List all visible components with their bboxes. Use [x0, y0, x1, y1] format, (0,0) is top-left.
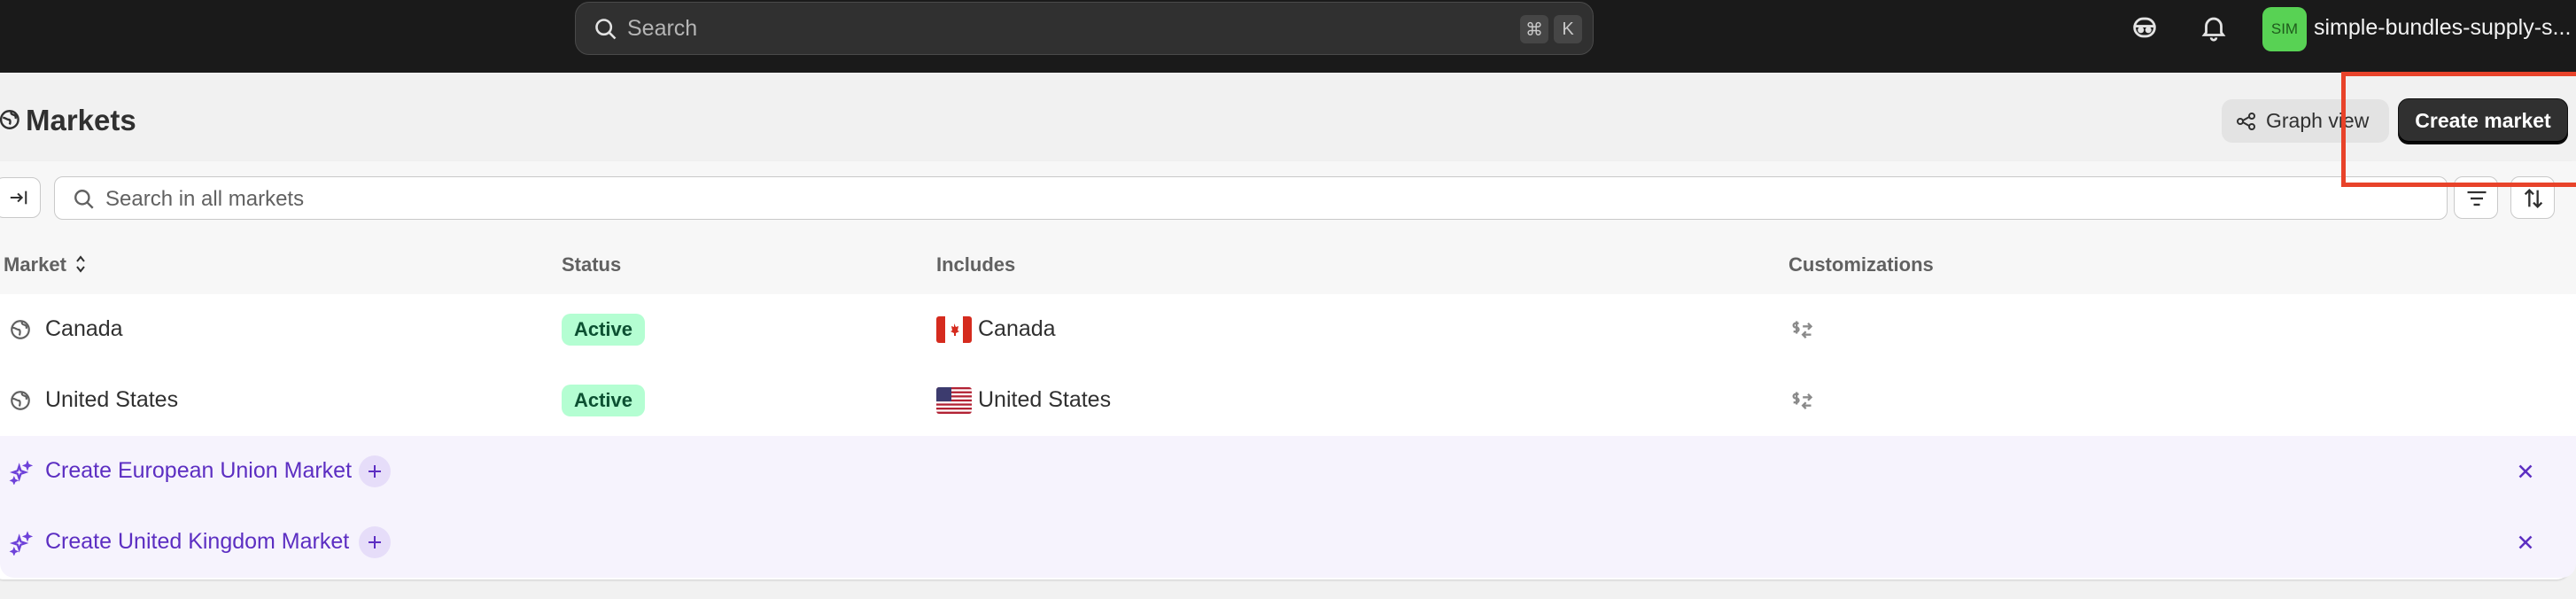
graph-icon [2237, 113, 2255, 130]
close-icon[interactable] [2514, 460, 2537, 483]
collapse-sidebar-button[interactable] [0, 177, 41, 218]
create-eu-market-link[interactable]: Create European Union Market [45, 458, 352, 484]
globe-icon [11, 391, 30, 410]
sidekick-icon[interactable] [2130, 12, 2160, 43]
market-name[interactable]: United States [45, 387, 178, 413]
store-name[interactable]: simple-bundles-supply-s... [2314, 15, 2571, 41]
sparkle-icon [9, 460, 34, 485]
column-header-includes: Includes [936, 253, 1016, 276]
market-search-input[interactable]: Search in all markets [54, 176, 2448, 220]
highlight-box [2341, 72, 2576, 187]
page-title: Markets [26, 104, 136, 136]
us-flag-icon [936, 387, 972, 414]
table-row[interactable] [0, 294, 2576, 366]
shortcut-key-k: K [1554, 15, 1582, 43]
currency-exchange-icon [1792, 392, 1813, 409]
plus-icon [369, 465, 381, 478]
includes-region: United States [978, 387, 1112, 412]
column-header-customizations: Customizations [1788, 253, 1934, 276]
globe-icon [11, 320, 30, 339]
column-header-market[interactable]: Market [4, 253, 66, 276]
filter-lines-icon [2467, 191, 2487, 206]
add-uk-market-button[interactable] [359, 526, 391, 558]
global-search-input[interactable]: Search ⌘ K [575, 2, 1594, 55]
arrow-to-right-icon [10, 191, 27, 205]
globe-icon [0, 110, 19, 129]
add-eu-market-button[interactable] [359, 455, 391, 487]
search-icon [74, 190, 94, 209]
create-uk-market-link[interactable]: Create United Kingdom Market [45, 529, 349, 555]
column-header-status: Status [562, 253, 622, 276]
bell-icon[interactable] [2199, 12, 2229, 43]
market-search-placeholder: Search in all markets [105, 187, 305, 211]
plus-icon [369, 536, 381, 548]
search-icon [595, 19, 617, 40]
status-badge: Active [562, 314, 645, 346]
sort-arrows-icon [2524, 189, 2543, 208]
table-header [0, 236, 2576, 295]
status-badge: Active [562, 385, 645, 416]
currency-exchange-icon [1792, 321, 1813, 338]
market-name[interactable]: Canada [45, 316, 123, 342]
canada-flag-icon [936, 316, 972, 343]
sort-chevron-icon[interactable] [74, 253, 87, 275]
table-row[interactable] [0, 365, 2576, 437]
includes-region: Canada [978, 316, 1056, 341]
shortcut-key-cmd: ⌘ [1520, 15, 1548, 43]
sparkle-icon [9, 531, 34, 556]
store-avatar[interactable]: SIM [2262, 7, 2307, 51]
close-icon[interactable] [2514, 531, 2537, 554]
search-placeholder: Search [627, 16, 698, 41]
